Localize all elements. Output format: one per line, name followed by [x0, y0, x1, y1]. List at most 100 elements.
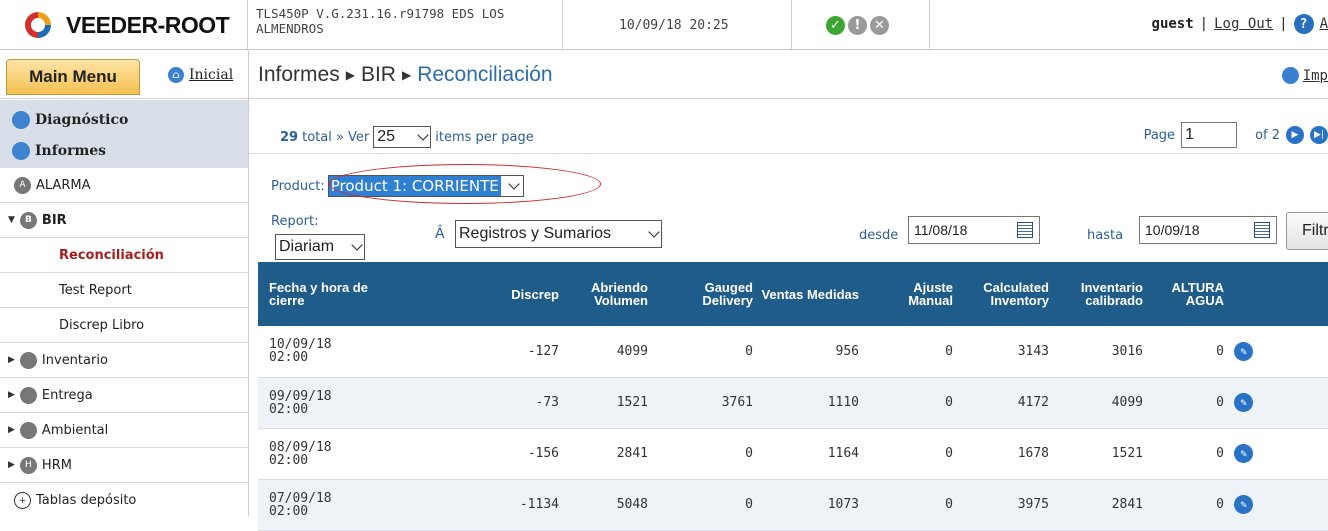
brand-name: VEEDER-ROOT: [66, 11, 230, 38]
edit-icon[interactable]: ✎: [1234, 393, 1253, 412]
breadcrumb-bir[interactable]: BIR: [361, 63, 396, 87]
column-header[interactable]: Discrep: [390, 262, 563, 326]
collapsed-arrow-icon: ▶: [8, 355, 15, 365]
print-link[interactable]: Imp: [1281, 67, 1328, 84]
sidebar-section-informes[interactable]: Informes: [0, 135, 248, 166]
sidebar-item-label: ALARMA: [36, 177, 91, 193]
help-link[interactable]: A: [1320, 16, 1328, 32]
ok-icon[interactable]: ✓: [826, 15, 845, 35]
username: guest: [1151, 16, 1194, 32]
sidebar-item-alarma[interactable]: A ALARMA: [0, 168, 248, 203]
abriendo-cell: 5048: [616, 497, 648, 512]
main-menu-button[interactable]: Main Menu: [6, 59, 140, 95]
column-header[interactable]: Inventario calibrado: [1053, 262, 1147, 326]
table-row: 09/09/18 02:00 -73 1521 3761 1110 0 4172 …: [258, 377, 1328, 428]
sidebar-item-hrm[interactable]: ▶ H HRM: [0, 448, 248, 483]
page-input[interactable]: 1: [1181, 122, 1238, 148]
collapsed-arrow-icon: ▶: [8, 425, 15, 435]
report-filters: Report: Diariam Â Registros y Sumarios d…: [271, 212, 1328, 260]
agua-cell: 0: [1216, 497, 1224, 512]
column-header[interactable]: Calculated Inventory: [957, 262, 1053, 326]
from-date-value: 11/08/18: [914, 222, 968, 238]
reports-icon: [12, 141, 30, 160]
edit-icon[interactable]: ✎: [1234, 444, 1253, 463]
column-header[interactable]: ALTURA AGUA: [1147, 262, 1228, 326]
action-cell: ✎: [1228, 479, 1328, 530]
last-page-icon[interactable]: ▶|: [1310, 126, 1328, 144]
sidebar-item-reconciliacion[interactable]: Reconciliación: [0, 238, 248, 273]
column-header[interactable]: Fecha y hora de cierre: [258, 262, 390, 326]
table-row: 08/09/18 02:00 -156 2841 0 1164 0 1678 15…: [258, 428, 1328, 479]
ajuste-cell: 0: [945, 395, 953, 410]
user-area: guest | Log Out | ? A: [1152, 14, 1328, 34]
per-page-select[interactable]: 25: [373, 126, 432, 148]
discrep-cell: -73: [535, 395, 559, 410]
calibrated-cell: 2841: [1111, 497, 1143, 512]
to-date-input[interactable]: 10/09/18: [1139, 216, 1277, 244]
from-label: desde: [859, 228, 899, 243]
home-icon: ⌂: [168, 67, 184, 83]
sidebar-item-bir[interactable]: ▼ B BIR: [0, 203, 248, 238]
sidebar-item-test-report[interactable]: Test Report: [0, 273, 248, 308]
sidebar-item-ambiental[interactable]: ▶ Ambiental: [0, 413, 248, 448]
sidebar-section-diagnostico[interactable]: Diagnóstico: [0, 104, 248, 135]
column-header[interactable]: Gauged Delivery: [652, 262, 757, 326]
help-icon[interactable]: ?: [1293, 14, 1314, 34]
sidebar-item-entrega[interactable]: ▶ Entrega: [0, 378, 248, 413]
gauged-cell: 3761: [721, 395, 753, 410]
column-header-actions: [1228, 262, 1328, 326]
discrep-cell: -156: [527, 446, 559, 461]
agua-cell: 0: [1216, 395, 1224, 410]
page-label: Page: [1143, 127, 1176, 143]
navigation-bar: Main Menu ⌂ Inicial Informes ▶ BIR ▶ Rec…: [0, 51, 1328, 99]
logout-link[interactable]: Log Out: [1214, 16, 1273, 32]
page-info: Page 1 of 2 ▶ ▶|: [1144, 122, 1328, 148]
home-label: Inicial: [189, 67, 234, 83]
discrep-cell: -1134: [519, 497, 559, 512]
edit-icon[interactable]: ✎: [1234, 495, 1253, 514]
agua-cell: 0: [1216, 343, 1224, 359]
from-date-input[interactable]: 11/08/18: [908, 216, 1040, 244]
sidebar-item-label: Inventario: [41, 352, 108, 368]
stray-character: Â: [435, 226, 445, 242]
filter-button[interactable]: Filtro: [1286, 212, 1328, 250]
expanded-arrow-icon: ▼: [8, 215, 15, 225]
agua-cell: 0: [1216, 446, 1224, 461]
breadcrumb-informes[interactable]: Informes: [258, 63, 340, 87]
ventas-cell: 956: [835, 343, 859, 359]
hrm-icon: H: [19, 456, 37, 474]
register-select[interactable]: Registros y Sumarios: [455, 220, 662, 248]
column-header[interactable]: Ajuste Manual: [863, 262, 957, 326]
calendar-icon[interactable]: [1254, 222, 1270, 238]
column-header[interactable]: Ventas Medidas: [757, 262, 863, 326]
date: 07/09/18: [269, 490, 332, 506]
column-header[interactable]: Abriendo Volumen: [563, 262, 652, 326]
alarm-icon: A: [14, 176, 31, 194]
sidebar-item-label: Ambiental: [41, 422, 109, 438]
to-date-value: 10/09/18: [1145, 222, 1200, 238]
report-select[interactable]: Diariam: [275, 234, 365, 260]
edit-icon[interactable]: ✎: [1234, 341, 1253, 361]
next-page-icon[interactable]: ▶: [1286, 126, 1304, 144]
sidebar-item-label: BIR: [41, 212, 67, 228]
print-icon: [1281, 67, 1299, 84]
warning-icon[interactable]: !: [848, 15, 867, 35]
action-cell: ✎: [1228, 326, 1328, 377]
calculated-cell: 4172: [1017, 395, 1049, 410]
calendar-icon[interactable]: [1017, 222, 1033, 238]
abriendo-cell: 1521: [616, 395, 648, 410]
sidebar-item-inventario[interactable]: ▶ Inventario: [0, 343, 248, 378]
pager: 29 total » Ver 25 items per page Page 1 …: [249, 112, 1328, 154]
action-cell: ✎: [1228, 377, 1328, 428]
sidebar-item-tablas-deposito[interactable]: + Tablas depósito: [0, 483, 248, 518]
gauged-cell: 0: [745, 446, 753, 461]
home-link[interactable]: ⌂ Inicial: [168, 67, 233, 83]
table-header-row: Fecha y hora de cierre Discrep Abriendo …: [258, 262, 1328, 326]
sidebar-item-discrep-libro[interactable]: Discrep Libro: [0, 308, 248, 343]
per-page-label: items per page: [435, 129, 534, 145]
breadcrumb: Informes ▶ BIR ▶ Reconciliación: [258, 63, 553, 87]
alarm-icon[interactable]: ✕: [870, 15, 889, 35]
separator: |: [1199, 16, 1209, 32]
main-content: 29 total » Ver 25 items per page Page 1 …: [249, 100, 1328, 530]
calibrated-cell: 4099: [1111, 395, 1143, 410]
